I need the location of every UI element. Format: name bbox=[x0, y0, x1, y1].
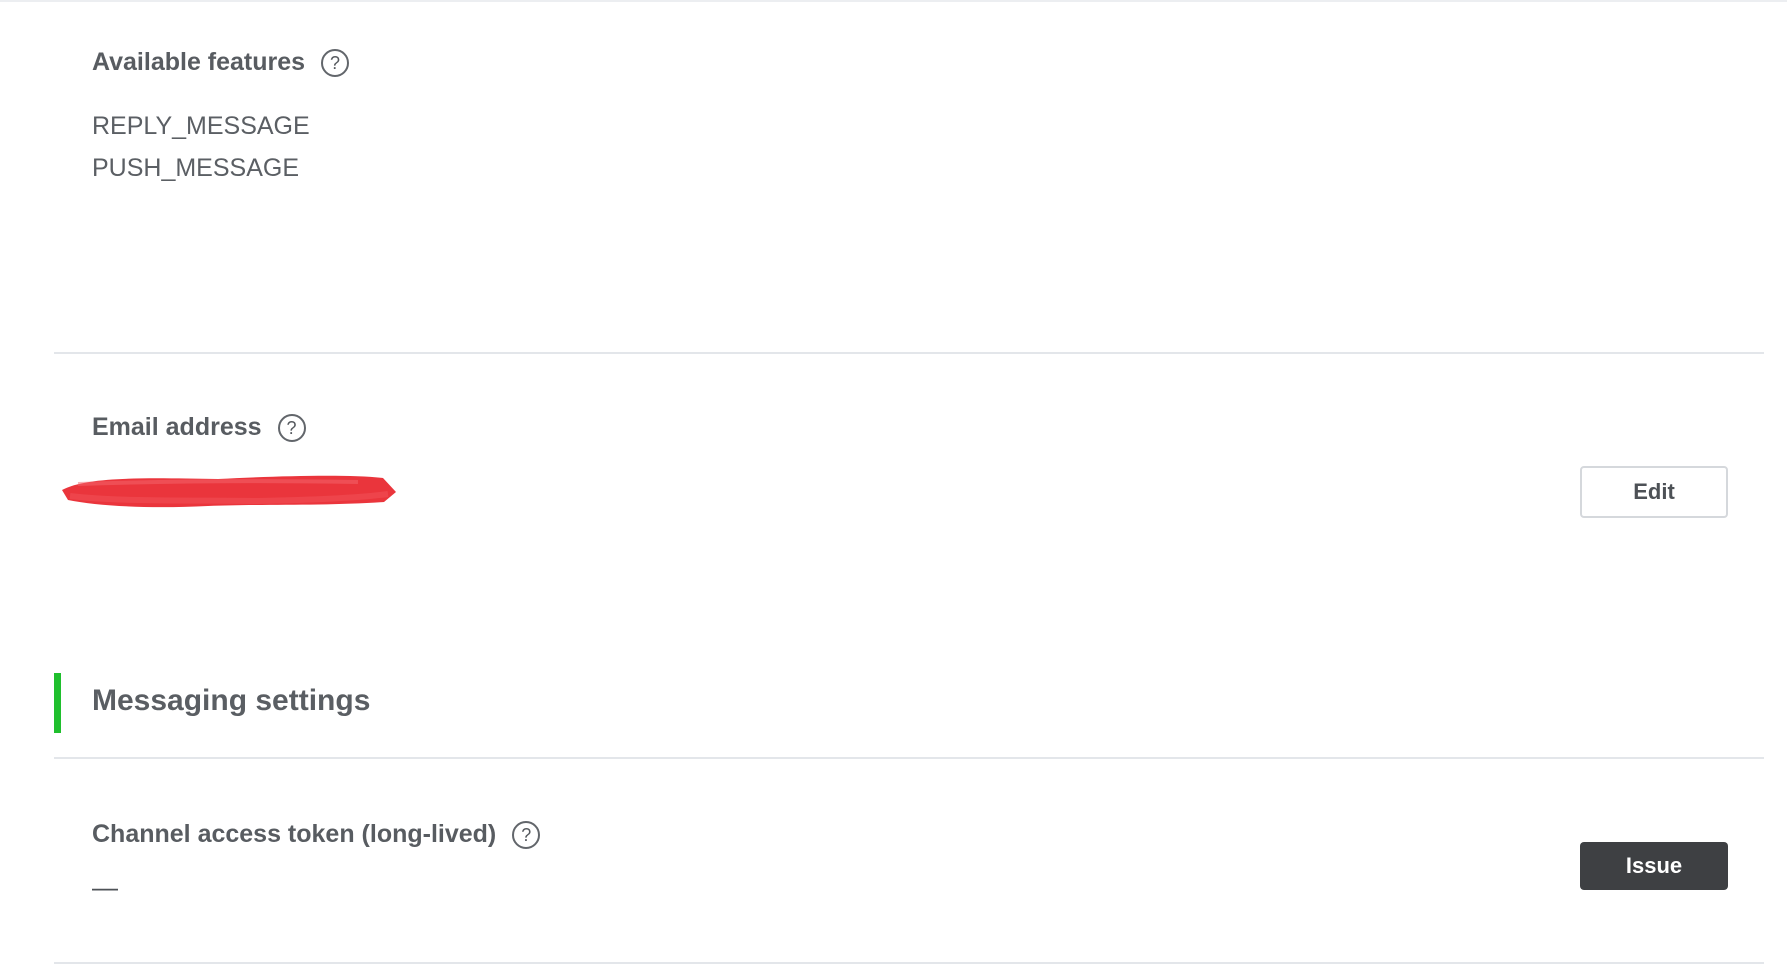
help-icon[interactable]: ? bbox=[512, 820, 541, 849]
email-title-row: Email address ? bbox=[92, 413, 306, 442]
channel-token-value: — bbox=[92, 872, 118, 902]
help-icon[interactable]: ? bbox=[277, 413, 306, 442]
available-features-title: Available features bbox=[92, 48, 306, 76]
email-title: Email address bbox=[92, 413, 262, 441]
available-features-list: REPLY_MESSAGE PUSH_MESSAGE bbox=[92, 105, 310, 189]
channel-settings-page: Available features ? REPLY_MESSAGE PUSH_… bbox=[0, 0, 1787, 965]
channel-token-title: Channel access token (long-lived) bbox=[92, 820, 497, 848]
section-divider bbox=[54, 352, 1764, 354]
available-features-title-row: Available features ? bbox=[92, 48, 350, 77]
channel-token-title-row: Channel access token (long-lived) ? bbox=[92, 820, 541, 849]
help-icon[interactable]: ? bbox=[321, 48, 350, 77]
section-divider bbox=[54, 962, 1764, 964]
section-accent-bar bbox=[54, 673, 61, 733]
section-divider bbox=[54, 757, 1764, 759]
top-border bbox=[0, 0, 1787, 2]
feature-item: REPLY_MESSAGE bbox=[92, 112, 310, 140]
edit-email-button[interactable]: Edit bbox=[1580, 466, 1728, 518]
issue-token-button[interactable]: Issue bbox=[1580, 842, 1728, 890]
messaging-settings-heading: Messaging settings bbox=[92, 684, 371, 717]
feature-item: PUSH_MESSAGE bbox=[92, 154, 300, 182]
redacted-email-value bbox=[62, 475, 396, 508]
